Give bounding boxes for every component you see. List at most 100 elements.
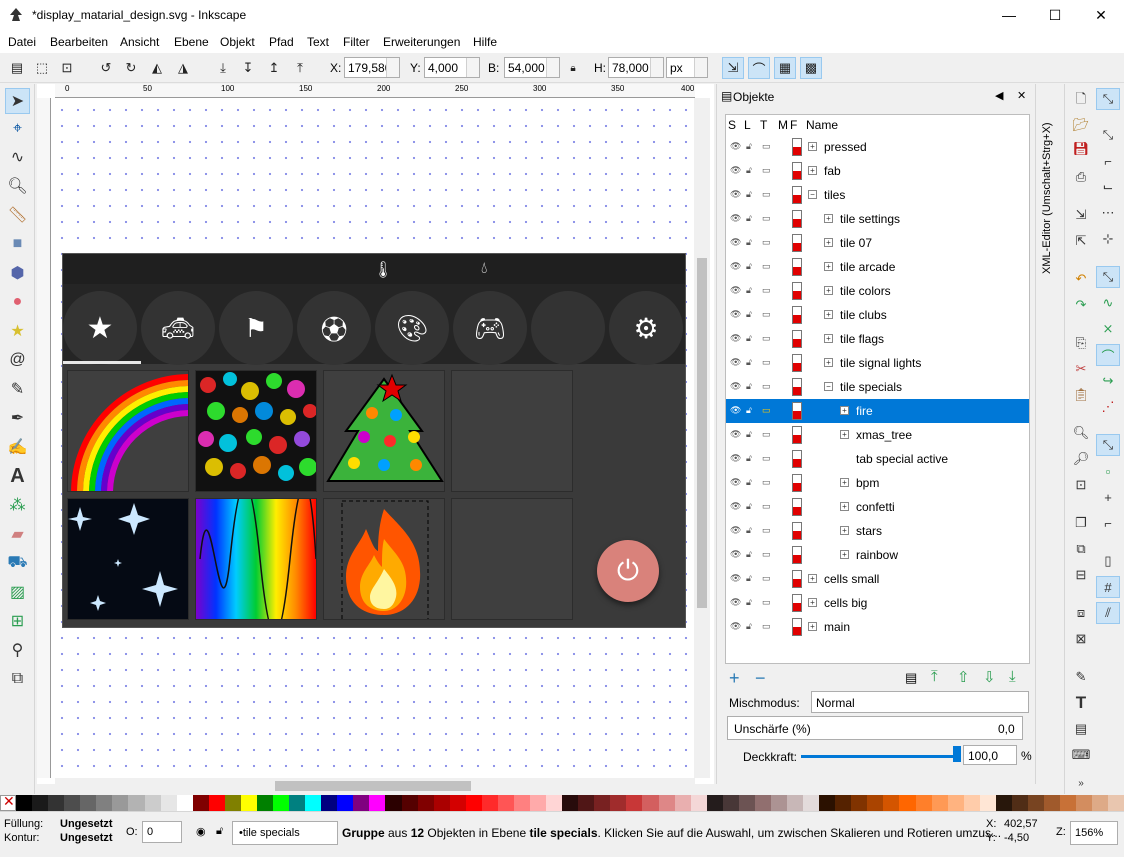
status-opacity-field[interactable]: 0 [142, 821, 182, 843]
lock-toggle-icon[interactable]: 🔓︎ [746, 189, 756, 200]
visibility-eye-icon[interactable]: 👁︎ [730, 309, 741, 320]
color-swatch[interactable] [819, 795, 836, 811]
opacity-slider-handle[interactable] [953, 746, 961, 762]
lock-toggle-icon[interactable]: 🔓︎ [746, 237, 756, 248]
menu-pfad[interactable]: Pfad [269, 35, 294, 49]
menu-text[interactable]: Text [307, 35, 329, 49]
expand-toggle-icon[interactable]: + [824, 334, 833, 343]
expand-toggle-icon[interactable]: + [808, 598, 817, 607]
color-swatch[interactable] [594, 795, 611, 811]
color-swatch[interactable] [305, 795, 322, 811]
tree-row[interactable]: 👁︎ 🔓︎ ▭ tab special active [726, 447, 1029, 471]
visibility-eye-icon[interactable]: 👁︎ [730, 621, 741, 632]
expand-toggle-icon[interactable]: + [840, 478, 849, 487]
color-swatch[interactable] [1060, 795, 1077, 811]
color-swatch[interactable] [979, 795, 996, 811]
tweak-tool-icon[interactable]: ∿ [5, 144, 30, 170]
snap-centers-icon[interactable]: ▫ [1096, 460, 1120, 482]
color-swatch[interactable] [240, 795, 257, 811]
remove-object-icon[interactable]: − [755, 668, 766, 689]
duplicate-icon[interactable]: ❐ [1069, 512, 1093, 534]
insert-node-icon[interactable]: ▤ [905, 670, 917, 686]
node-tool-icon[interactable]: ⌖ [5, 116, 30, 142]
expand-toggle-icon[interactable]: + [824, 310, 833, 319]
group-icon[interactable]: ⧈ [1069, 602, 1093, 624]
color-swatch[interactable] [417, 795, 434, 811]
color-swatch[interactable] [481, 795, 498, 811]
lower-icon[interactable]: ⇩ [983, 668, 996, 686]
expand-toggle-icon[interactable]: + [840, 406, 849, 415]
ui-mockup-drawing[interactable]: 🌡︎ 💧︎ ★ 🚕︎ ⚑ ⚽︎ 🎨︎ 🎮︎ ⚙ ⏻ [62, 253, 686, 628]
xml-editor-tab-label[interactable]: XML-Editor (Umschalt+Strg+X) [1041, 122, 1053, 274]
color-swatch[interactable] [706, 795, 723, 811]
color-palette[interactable]: ✕ [0, 793, 1124, 811]
lock-toggle-icon[interactable]: 🔓︎ [746, 261, 756, 272]
snap-cusp-icon[interactable]: ⌒ [1096, 344, 1120, 366]
color-swatch[interactable] [128, 795, 145, 811]
lower-to-bottom-icon[interactable]: ⤓ [212, 57, 234, 79]
ellipse-tool-icon[interactable]: ● [5, 289, 30, 315]
visibility-eye-icon[interactable]: 👁︎ [730, 597, 741, 608]
connector-tool-icon[interactable]: ⧉ [5, 666, 30, 692]
lock-toggle-icon[interactable]: 🔓︎ [746, 213, 756, 224]
expand-toggle-icon[interactable]: + [824, 238, 833, 247]
zoom-field[interactable]: 156% [1070, 821, 1118, 845]
height-field[interactable]: 78,000 [608, 57, 664, 78]
lock-toggle-icon[interactable]: 🔓︎ [746, 285, 756, 296]
pen-tool-icon[interactable]: ✒ [5, 405, 30, 431]
xml-editor-dock-tab[interactable]: XML-Editor (Umschalt+Strg+X) [1035, 84, 1063, 784]
lock-toggle-icon[interactable]: 🔓︎ [746, 573, 756, 584]
raise-to-top-icon[interactable]: ⤒ [931, 668, 938, 685]
color-swatch[interactable] [144, 795, 161, 811]
raise-to-top-icon[interactable]: ⤒ [289, 57, 311, 79]
zoom-page-icon[interactable]: ⊡ [1069, 474, 1093, 496]
rotate-ccw-icon[interactable]: ↺ [95, 57, 117, 79]
eraser-tool-icon[interactable]: ▰ [5, 521, 30, 547]
color-swatch[interactable] [803, 795, 820, 811]
color-swatch[interactable] [192, 795, 209, 811]
lock-toggle-icon[interactable]: 🔓︎ [746, 597, 756, 608]
snap-bbox-icon[interactable]: ⤡ [1096, 124, 1120, 146]
snap-grid-icon[interactable]: # [1096, 576, 1120, 598]
panel-collapse-icon[interactable]: ◀ [995, 89, 1003, 102]
menu-bearbeiten[interactable]: Bearbeiten [50, 35, 108, 49]
color-swatch[interactable] [321, 795, 338, 811]
opacity-slider[interactable] [801, 755, 957, 758]
tree-row[interactable]: 👁︎ 🔓︎ ▭ + rainbow [726, 543, 1029, 567]
menu-datei[interactable]: Datei [8, 35, 36, 49]
snap-rotation-center-icon[interactable]: + [1096, 486, 1120, 508]
expand-toggle-icon[interactable]: − [824, 382, 833, 391]
objects-tree[interactable]: S L T M F Name 👁︎ 🔓︎ ▭ + pressed 👁︎ 🔓︎ ▭ + fab 👁︎ 🔓… [725, 114, 1030, 664]
flip-horizontal-icon[interactable]: ◭ [146, 57, 168, 79]
color-swatch[interactable] [578, 795, 595, 811]
minimize-button[interactable]: — [986, 0, 1032, 31]
snap-smooth-icon[interactable]: ↪ [1096, 370, 1120, 392]
color-swatch[interactable] [112, 795, 129, 811]
color-swatch[interactable] [915, 795, 932, 811]
color-swatch[interactable] [530, 795, 547, 811]
measure-tool-icon[interactable]: 📏︎ [5, 202, 30, 228]
lock-toggle-icon[interactable]: 🔓︎ [746, 477, 756, 488]
color-swatch[interactable] [674, 795, 691, 811]
fill-stroke-icon[interactable]: ✎ [1069, 666, 1093, 688]
clone-icon[interactable]: ⧉ [1069, 538, 1093, 560]
color-swatch[interactable] [1092, 795, 1109, 811]
tree-row[interactable]: 👁︎ 🔓︎ ▭ + bpm [726, 471, 1029, 495]
text-font-icon[interactable]: T [1069, 692, 1093, 714]
snap-page-border-icon[interactable]: ▯ [1096, 550, 1120, 572]
raise-icon[interactable]: ⇧ [957, 668, 970, 686]
expand-toggle-icon[interactable]: + [840, 502, 849, 511]
color-swatch[interactable] [465, 795, 482, 811]
scale-corners-icon[interactable]: ⌒ [748, 57, 770, 79]
cut-icon[interactable]: ✂ [1069, 358, 1093, 380]
lock-toggle-icon[interactable]: 🔓︎ [746, 525, 756, 536]
3d-box-tool-icon[interactable]: ⬢ [5, 260, 30, 286]
color-swatch[interactable] [80, 795, 97, 811]
snap-nodes-icon[interactable]: ⤡ [1096, 266, 1120, 288]
expand-toggle-icon[interactable]: + [808, 142, 817, 151]
color-swatch[interactable] [658, 795, 675, 811]
snap-midpoints-icon[interactable]: ⋰ [1096, 396, 1120, 418]
tree-row[interactable]: 👁︎ 🔓︎ ▭ + cells big [726, 591, 1029, 615]
expand-toggle-icon[interactable]: + [840, 550, 849, 559]
color-swatch[interactable] [16, 795, 33, 811]
